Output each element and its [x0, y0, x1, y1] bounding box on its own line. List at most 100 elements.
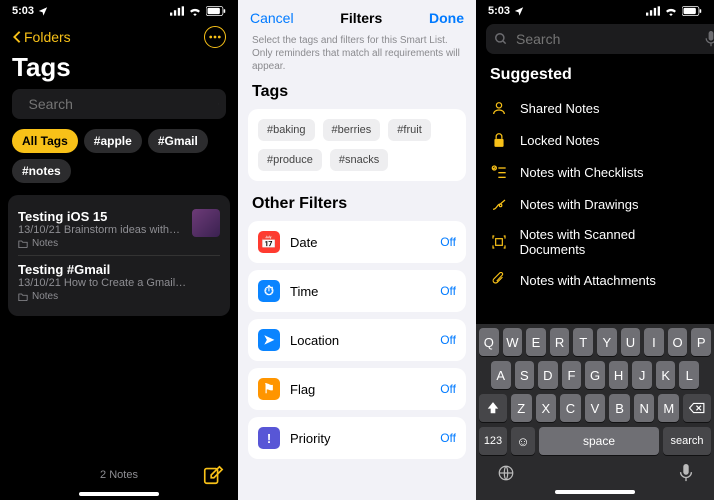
tag-pill[interactable]: #notes [12, 159, 71, 183]
filter-row-location[interactable]: ➤LocationOff [248, 319, 466, 361]
search-field[interactable] [12, 89, 226, 119]
lock-icon [490, 131, 508, 149]
back-label: Folders [24, 29, 71, 45]
key-e[interactable]: E [526, 328, 546, 356]
key-h[interactable]: H [609, 361, 629, 389]
status-right [170, 6, 226, 16]
suggestion-item[interactable]: Locked Notes [490, 124, 700, 156]
key-y[interactable]: Y [597, 328, 617, 356]
wifi-icon [188, 6, 202, 16]
key-z[interactable]: Z [511, 394, 532, 422]
key-i[interactable]: I [644, 328, 664, 356]
suggestion-label: Notes with Drawings [520, 197, 639, 212]
key-v[interactable]: V [585, 394, 606, 422]
notes-tags-screen: 5:03 Folders Tags All Tags#apple#Gmail#n… [0, 0, 238, 500]
filter-icon: 📅 [258, 231, 280, 253]
mic-icon[interactable] [705, 31, 714, 47]
tag-chip[interactable]: #berries [323, 119, 381, 141]
note-thumbnail [192, 209, 220, 237]
key-r[interactable]: R [550, 328, 570, 356]
search-field[interactable] [486, 24, 714, 54]
key-a[interactable]: A [491, 361, 511, 389]
note-count: 2 Notes [36, 469, 202, 481]
filter-icon: ! [258, 427, 280, 449]
key-g[interactable]: G [585, 361, 605, 389]
suggestion-item[interactable]: Notes with Attachments [490, 264, 700, 296]
filter-row-date[interactable]: 📅DateOff [248, 221, 466, 263]
search-input[interactable] [27, 95, 212, 113]
search-icon [494, 32, 508, 46]
key-j[interactable]: J [632, 361, 652, 389]
emoji-key[interactable]: ☺ [511, 427, 535, 455]
filter-state: Off [440, 333, 456, 347]
filter-label: Priority [290, 431, 430, 446]
suggestion-item[interactable]: Notes with Checklists [490, 156, 700, 188]
filter-row-priority[interactable]: !PriorityOff [248, 417, 466, 459]
key-b[interactable]: B [609, 394, 630, 422]
key-f[interactable]: F [562, 361, 582, 389]
key-m[interactable]: M [658, 394, 679, 422]
tags-header: Tags [238, 83, 476, 109]
note-item[interactable]: Testing iOS 1513/10/21 Brainstorm ideas … [18, 203, 220, 255]
keyboard[interactable]: QWERTYUIOP ASDFGHJKL ZXCVBNM 123☺spacese… [476, 324, 714, 500]
suggestion-item[interactable]: Notes with Drawings [490, 188, 700, 220]
filter-state: Off [440, 235, 456, 249]
filter-label: Time [290, 284, 430, 299]
folder-icon [18, 239, 28, 248]
ellipsis-icon [209, 35, 221, 39]
numbers-key[interactable]: 123 [479, 427, 507, 455]
compose-icon[interactable] [202, 464, 224, 486]
key-k[interactable]: K [656, 361, 676, 389]
globe-icon[interactable] [497, 464, 515, 486]
cancel-button[interactable]: Cancel [250, 10, 294, 26]
more-button[interactable] [204, 26, 226, 48]
key-s[interactable]: S [515, 361, 535, 389]
key-q[interactable]: Q [479, 328, 499, 356]
dictation-icon[interactable] [679, 464, 693, 486]
filter-row-time[interactable]: ⏱TimeOff [248, 270, 466, 312]
wifi-icon [664, 6, 678, 16]
suggestion-item[interactable]: Notes with Scanned Documents [490, 220, 700, 264]
space-key[interactable]: space [539, 427, 659, 455]
filter-row-flag[interactable]: ⚑FlagOff [248, 368, 466, 410]
signal-icon [646, 6, 660, 16]
suggestion-label: Notes with Attachments [520, 273, 656, 288]
key-t[interactable]: T [573, 328, 593, 356]
back-button[interactable]: Folders [12, 29, 71, 45]
key-n[interactable]: N [634, 394, 655, 422]
keyboard-bottom [479, 460, 711, 488]
search-key[interactable]: search [663, 427, 711, 455]
suggestion-item[interactable]: Shared Notes [490, 92, 700, 124]
status-bar: 5:03 [476, 0, 714, 18]
filter-icon: ⏱ [258, 280, 280, 302]
search-input[interactable] [514, 30, 699, 48]
search-icon [20, 97, 21, 111]
suggestion-label: Notes with Scanned Documents [520, 227, 700, 257]
tag-chip[interactable]: #baking [258, 119, 315, 141]
delete-key[interactable] [683, 394, 711, 422]
tag-chip[interactable]: #produce [258, 149, 322, 171]
status-bar: 5:03 [0, 0, 238, 18]
helper-text: Select the tags and filters for this Sma… [238, 34, 476, 83]
key-u[interactable]: U [621, 328, 641, 356]
status-time: 5:03 [488, 5, 510, 17]
key-w[interactable]: W [503, 328, 523, 356]
note-title: Testing #Gmail [18, 262, 220, 277]
key-c[interactable]: C [560, 394, 581, 422]
tag-chip[interactable]: #snacks [330, 149, 388, 171]
home-indicator[interactable] [555, 490, 635, 494]
key-x[interactable]: X [536, 394, 557, 422]
key-p[interactable]: P [691, 328, 711, 356]
shift-key[interactable] [479, 394, 507, 422]
key-l[interactable]: L [679, 361, 699, 389]
tag-pill[interactable]: All Tags [12, 129, 78, 153]
home-indicator[interactable] [79, 492, 159, 496]
note-item[interactable]: Testing #Gmail13/10/21 How to Create a G… [18, 255, 220, 308]
key-o[interactable]: O [668, 328, 688, 356]
tag-pill[interactable]: #apple [84, 129, 142, 153]
tag-pill[interactable]: #Gmail [148, 129, 208, 153]
key-d[interactable]: D [538, 361, 558, 389]
done-button[interactable]: Done [429, 10, 464, 26]
tag-chip[interactable]: #fruit [388, 119, 430, 141]
tags-card: #baking #berries #fruit #produce #snacks [248, 109, 466, 181]
